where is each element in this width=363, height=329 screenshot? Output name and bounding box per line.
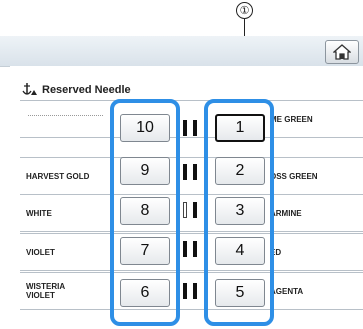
callout-number: ① [236,2,253,19]
reserved-needle-title: Reserved Needle [42,84,131,96]
row-color-name: WHITE [26,208,52,218]
thread-spool-icon [183,120,187,136]
thread-spool-icon [183,164,187,180]
thread-spool-icon [193,202,197,218]
thread-row: HARVEST GOLD OSS GREEN [20,157,363,195]
home-button[interactable] [325,40,359,64]
row-color-name: OSS GREEN [270,171,318,181]
thread-spool-icon [193,241,197,257]
row-color-name: HARVEST GOLD [26,171,90,181]
needle-button-7[interactable]: 7 [120,237,170,265]
needle-button-5[interactable]: 5 [215,279,265,307]
needle-anchor-icon [22,83,37,95]
thread-row: ME GREEN [20,100,363,138]
needle-button-9[interactable]: 9 [120,157,170,185]
row-color-name: WISTERIA VIOLET [26,282,66,300]
reserved-needle-header: Reserved Needle [22,80,131,100]
row-color-name: ME GREEN [270,114,313,124]
thread-row: WHITE ARMINE [20,194,363,232]
thread-spool-icon [183,283,187,299]
thread-spool-icon [193,120,197,136]
home-icon [333,44,351,60]
row-color-name: AGENTA [270,286,304,296]
needle-button-8[interactable]: 8 [120,197,170,225]
top-toolbar [0,36,363,67]
needle-button-10[interactable]: 10 [120,114,170,142]
needle-button-1[interactable]: 1 [215,114,265,142]
needle-button-2[interactable]: 2 [215,157,265,185]
thread-spool-icon [193,164,197,180]
thread-row: VIOLET ED [20,233,363,271]
thread-spool-icon [183,241,187,257]
row-divider [28,115,103,117]
needle-button-3[interactable]: 3 [215,197,265,225]
thread-row: WISTERIA VIOLET AGENTA [20,272,363,310]
needle-button-6[interactable]: 6 [120,279,170,307]
thread-spool-icon [183,202,187,218]
row-color-name: VIOLET [26,247,55,257]
thread-spool-icon [193,283,197,299]
needle-button-4[interactable]: 4 [215,237,265,265]
row-color-name: ARMINE [270,208,302,218]
